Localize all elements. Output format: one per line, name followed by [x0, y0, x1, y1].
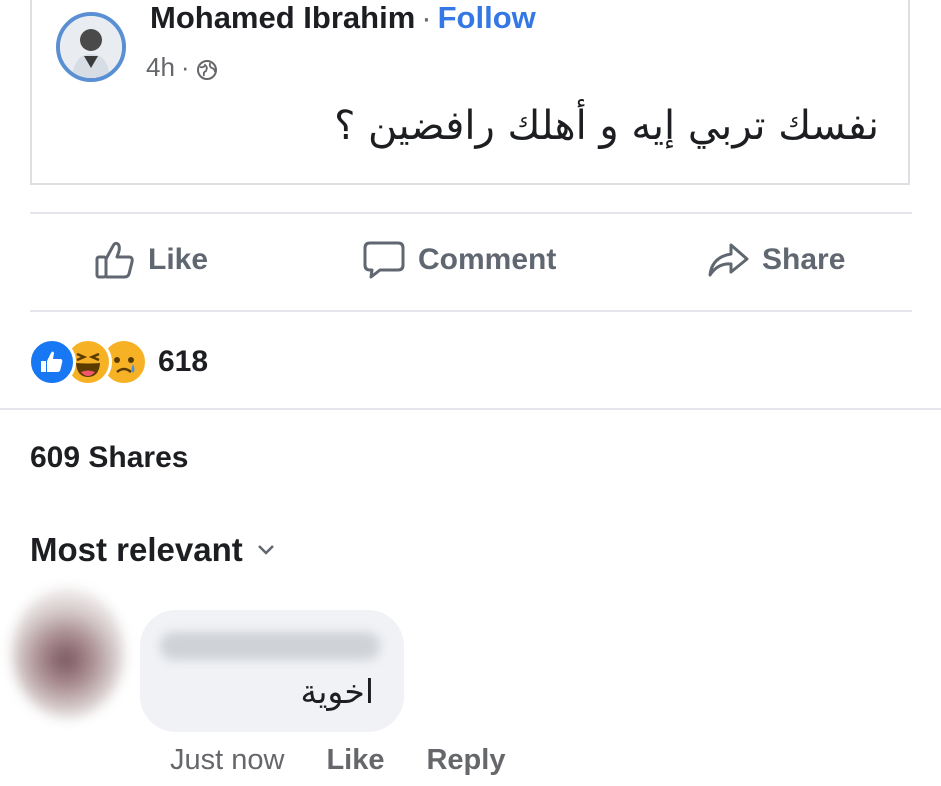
commenter-avatar[interactable]: [12, 588, 124, 718]
meta-separator: ·: [180, 52, 190, 82]
comment-button[interactable]: Comment: [362, 239, 556, 281]
action-bar: Like Comment Share: [30, 214, 912, 310]
comment-reply-button[interactable]: Reply: [426, 744, 505, 777]
sort-label: Most relevant: [30, 531, 243, 568]
shares-count[interactable]: 609 Shares: [30, 441, 188, 475]
globe-icon: [196, 57, 218, 80]
author-name[interactable]: Mohamed Ibrahim: [150, 0, 415, 35]
reaction-count: 618: [158, 345, 209, 378]
like-reaction-icon: [28, 338, 76, 386]
share-button[interactable]: Share: [706, 239, 845, 281]
post-meta: 4h ·: [146, 52, 218, 83]
like-label: Like: [148, 243, 209, 276]
post-time[interactable]: 4h: [146, 52, 175, 83]
comment-actions: Just now Like Reply: [170, 744, 505, 777]
comment-bubble: اخوية: [140, 610, 404, 732]
header-separator: ·: [421, 0, 432, 35]
comment-like-button[interactable]: Like: [326, 744, 384, 777]
post-header: Mohamed Ibrahim · Follow: [150, 0, 536, 36]
chevron-down-icon: [257, 545, 274, 555]
commenter-name-redacted[interactable]: [160, 632, 380, 660]
comment-time[interactable]: Just now: [170, 744, 284, 777]
share-label: Share: [762, 243, 846, 276]
comment-label: Comment: [418, 243, 557, 276]
post-text: نفسك تربي إيه و أهلك رافضين ؟: [334, 103, 879, 149]
avatar-photo-icon: [60, 16, 122, 78]
share-arrow-icon: [708, 243, 749, 277]
author-avatar[interactable]: [56, 12, 126, 82]
divider-stats: [0, 408, 941, 410]
like-button[interactable]: Like: [94, 239, 208, 281]
speech-bubble-icon: [363, 241, 405, 279]
reaction-summary[interactable]: 618: [28, 338, 208, 386]
thumbs-up-icon: [95, 241, 134, 279]
follow-button[interactable]: Follow: [438, 0, 536, 35]
divider-bottom-actions: [30, 310, 912, 312]
comment-sort-dropdown[interactable]: Most relevant: [30, 531, 275, 569]
comment-text: اخوية: [300, 672, 375, 711]
